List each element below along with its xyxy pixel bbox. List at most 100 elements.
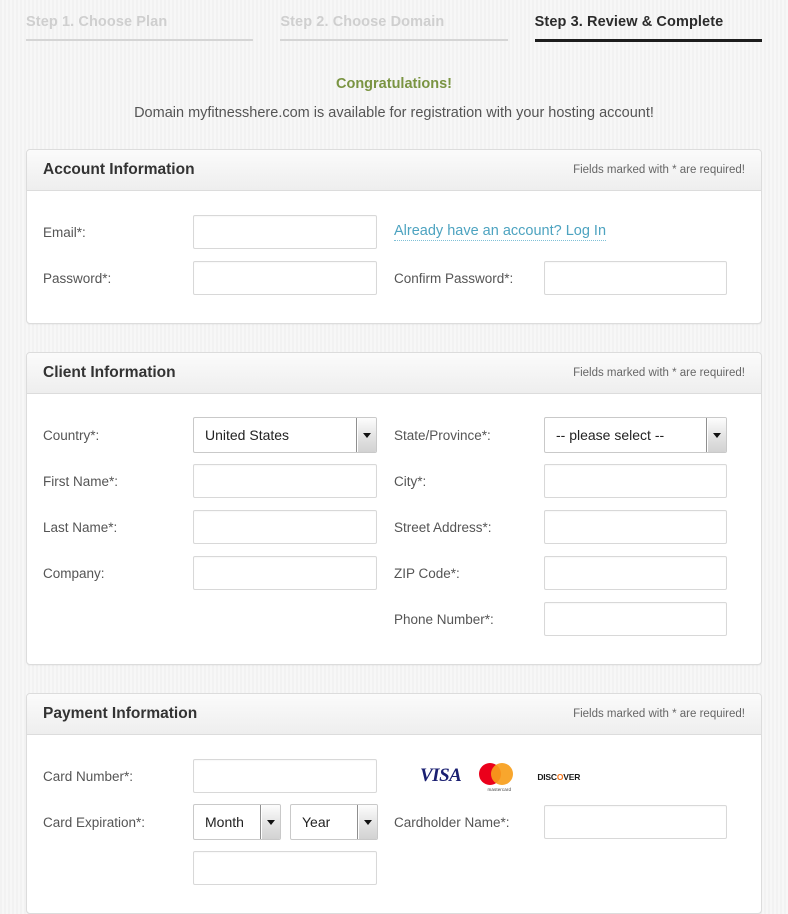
confirm-password-input[interactable] [544,261,727,295]
lastname-street-row: Last Name*: Street Address*: [43,504,745,550]
account-panel-header: Account Information Fields marked with *… [27,150,761,191]
country-state-row: Country*: United States State/Province*:… [43,412,745,458]
client-panel-header: Client Information Fields marked with * … [27,353,761,394]
client-panel-title: Client Information [43,364,176,381]
first-name-label: First Name*: [43,473,119,489]
email-group: Email*: [43,215,394,249]
state-select[interactable]: -- please select -- [544,417,727,453]
country-group: Country*: United States [43,417,394,453]
expiration-year-value: Year [302,814,331,830]
payment-panel-header: Payment Information Fields marked with *… [27,694,761,735]
first-name-input[interactable] [193,464,377,498]
country-label: Country*: [43,427,100,443]
discover-wordmark: DISCOVER [537,772,581,782]
email-input[interactable] [193,215,377,249]
card-number-input[interactable] [193,759,377,793]
street-address-input[interactable] [544,510,727,544]
cardholder-name-group: Cardholder Name*: [394,805,745,839]
step-3-review-complete[interactable]: Step 3. Review & Complete [534,14,762,52]
state-dropdown-button[interactable] [706,418,726,452]
country-dropdown-button[interactable] [356,418,376,452]
mastercard-yellow-circle [491,763,514,785]
account-required-note: Fields marked with * are required! [573,164,745,176]
login-link-group: Already have an account? Log In [394,223,745,241]
city-group: City*: [394,464,745,498]
city-input[interactable] [544,464,727,498]
state-label: State/Province*: [394,427,491,443]
cardholder-name-label: Cardholder Name*: [394,814,510,830]
card-expiration-row: Card Expiration*: Month Year Cardholder … [43,799,745,845]
street-address-group: Street Address*: [394,510,745,544]
account-panel-title: Account Information [43,161,195,178]
domain-availability-message: Domain myfitnesshere.com is available fo… [134,105,654,121]
cvv-input[interactable] [193,851,377,885]
step-1-underline [26,39,254,41]
account-panel-body: Email*: Already have an account? Log In … [27,191,761,323]
payment-panel-title: Payment Information [43,705,198,722]
month-dropdown-button[interactable] [260,805,280,839]
card-number-group: Card Number*: [43,759,394,793]
card-number-row: Card Number*: VISA mastercard DISCOVER [43,753,745,799]
step-indicator: Step 1. Choose Plan Step 2. Choose Domai… [0,0,788,52]
password-group: Password*: [43,261,394,295]
company-zip-row: Company: ZIP Code*: [43,550,745,596]
password-input[interactable] [193,261,377,295]
phone-number-group: Phone Number*: [394,602,745,636]
country-select[interactable]: United States [193,417,377,453]
login-link[interactable]: Already have an account? Log In [394,223,607,241]
congratulations-heading: Congratulations! [336,76,452,92]
email-label: Email*: [43,224,86,240]
country-select-value: United States [205,427,290,443]
firstname-city-row: First Name*: City*: [43,458,745,504]
zip-code-group: ZIP Code*: [394,556,745,590]
account-information-panel: Account Information Fields marked with *… [26,149,762,324]
accepted-card-logos: VISA mastercard DISCOVER [420,761,583,792]
discover-icon: DISCOVER [537,767,583,785]
year-dropdown-button[interactable] [357,805,377,839]
mastercard-wordmark: mastercard [487,787,512,792]
client-required-note: Fields marked with * are required! [573,367,745,379]
confirm-password-label: Confirm Password*: [394,270,514,286]
zip-code-label: ZIP Code*: [394,565,460,581]
last-name-label: Last Name*: [43,519,118,535]
payment-panel-body: Card Number*: VISA mastercard DISCOVER C… [27,735,761,913]
cardholder-name-input[interactable] [544,805,727,839]
street-address-label: Street Address*: [394,519,492,535]
password-label: Password*: [43,270,112,286]
accepted-cards-group: VISA mastercard DISCOVER [394,761,745,792]
cvv-row-partial [43,845,745,891]
step-2-underline [280,39,508,41]
state-select-value: -- please select -- [556,427,665,443]
phone-number-input[interactable] [544,602,727,636]
mastercard-icon: mastercard [479,761,519,792]
city-label: City*: [394,473,427,489]
expiration-year-select[interactable]: Year [290,804,378,840]
chevron-down-icon [712,432,721,438]
step-3-underline [534,39,762,42]
client-information-panel: Client Information Fields marked with * … [26,352,762,665]
payment-required-note: Fields marked with * are required! [573,708,745,720]
state-group: State/Province*: -- please select -- [394,417,745,453]
visa-icon: VISA [420,765,462,786]
chevron-down-icon [362,432,371,438]
cvv-group [43,851,409,885]
last-name-group: Last Name*: [43,510,394,544]
step-1-choose-plan[interactable]: Step 1. Choose Plan [26,14,254,52]
chevron-down-icon [266,819,275,825]
phone-number-label: Phone Number*: [394,611,494,627]
chevron-down-icon [363,819,372,825]
step-1-label: Step 1. Choose Plan [26,14,168,30]
step-3-label: Step 3. Review & Complete [534,14,724,30]
card-expiration-label: Card Expiration*: [43,814,146,830]
company-label: Company: [43,565,105,581]
client-panel-body: Country*: United States State/Province*:… [27,394,761,664]
password-row: Password*: Confirm Password*: [43,255,745,301]
last-name-input[interactable] [193,510,377,544]
zip-code-input[interactable] [544,556,727,590]
company-input[interactable] [193,556,377,590]
expiration-month-value: Month [205,814,244,830]
confirm-password-group: Confirm Password*: [394,261,745,295]
step-2-choose-domain[interactable]: Step 2. Choose Domain [280,14,508,52]
phone-row: Phone Number*: [43,596,745,642]
expiration-month-select[interactable]: Month [193,804,281,840]
